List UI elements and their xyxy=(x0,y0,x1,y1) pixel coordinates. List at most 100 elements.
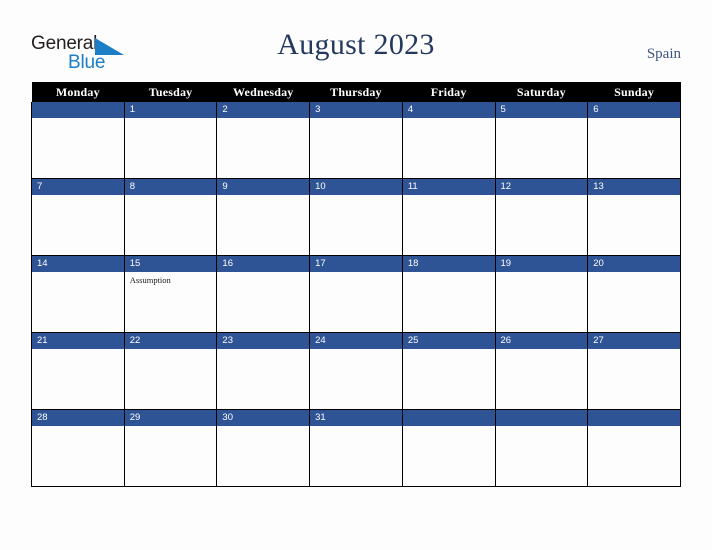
day-cell-body xyxy=(403,195,495,198)
weekday-header-saturday: Saturday xyxy=(495,82,588,102)
calendar-day-cell[interactable]: 15 Assumption xyxy=(123,255,218,333)
day-number: 5 xyxy=(495,102,588,118)
calendar-day-cell[interactable]: 1 xyxy=(123,102,218,179)
calendar-day-cell[interactable]: 2 xyxy=(216,102,311,179)
day-cell-body xyxy=(125,195,217,198)
calendar-day-cell[interactable]: 30 xyxy=(216,409,311,487)
day-cell-body xyxy=(403,118,495,121)
day-cell-body xyxy=(588,118,680,121)
calendar-day-cell[interactable]: 21 xyxy=(31,332,125,410)
day-cell-body xyxy=(310,272,402,275)
calendar-day-cell[interactable]: 27 xyxy=(587,332,681,410)
calendar-day-cell[interactable]: 12 xyxy=(494,178,589,256)
day-cell-body xyxy=(32,349,124,352)
weekday-header-monday: Monday xyxy=(31,82,125,102)
calendar-day-cell[interactable]: 5 xyxy=(494,102,589,179)
day-cell-body xyxy=(217,118,309,121)
calendar-day-cell[interactable]: 25 xyxy=(401,332,496,410)
day-cell-body xyxy=(588,426,680,429)
day-cell-body xyxy=(125,349,217,352)
day-number: 1 xyxy=(124,102,217,118)
day-number xyxy=(495,410,588,426)
day-number: 28 xyxy=(32,410,124,426)
calendar-day-cell[interactable]: 6 xyxy=(587,102,681,179)
day-cell-body xyxy=(310,349,402,352)
day-number: 27 xyxy=(588,333,680,349)
calendar-week-row: 123456 xyxy=(31,102,681,179)
day-cell-body xyxy=(217,195,309,198)
calendar-day-cell[interactable]: 8 xyxy=(123,178,218,256)
day-cell-body xyxy=(588,195,680,198)
calendar-day-cell[interactable]: 16 xyxy=(216,255,311,333)
calendar-day-cell[interactable]: 28 xyxy=(31,409,125,487)
day-cell-body xyxy=(32,195,124,198)
calendar-day-cell[interactable]: 26 xyxy=(494,332,589,410)
day-cell-body: Assumption xyxy=(125,272,217,286)
calendar-day-cell[interactable]: 29 xyxy=(123,409,218,487)
day-cell-body xyxy=(588,272,680,275)
day-number: 29 xyxy=(124,410,217,426)
calendar-day-cell[interactable]: 23 xyxy=(216,332,311,410)
day-cell-body xyxy=(403,349,495,352)
calendar-day-cell[interactable]: 11 xyxy=(401,178,496,256)
day-number: 17 xyxy=(310,256,402,272)
country-label: Spain xyxy=(646,46,681,62)
calendar-day-cell[interactable]: 9 xyxy=(216,178,311,256)
day-number: 16 xyxy=(217,256,310,272)
day-number: 12 xyxy=(495,179,588,195)
day-cell-body xyxy=(403,426,495,429)
day-cell-body xyxy=(32,426,124,429)
calendar-week-row: 7 8 9 10 11 12 13 xyxy=(31,178,681,256)
calendar-day-cell[interactable]: 7 xyxy=(31,178,125,256)
day-number: 13 xyxy=(588,179,680,195)
day-number: 11 xyxy=(402,179,495,195)
calendar-day-cell[interactable]: 10 xyxy=(309,178,403,256)
calendar-day-cell[interactable]: 20 xyxy=(587,255,681,333)
day-cell-body xyxy=(496,118,588,121)
calendar-empty-cell[interactable] xyxy=(494,409,589,487)
weekday-header-sunday: Sunday xyxy=(587,82,681,102)
day-cell-body xyxy=(310,426,402,429)
day-number: 7 xyxy=(32,179,124,195)
page-title: August 2023 xyxy=(277,28,435,61)
weekday-header-thursday: Thursday xyxy=(309,82,403,102)
weekday-header-friday: Friday xyxy=(402,82,496,102)
day-cell-body xyxy=(588,349,680,352)
day-cell-body xyxy=(310,195,402,198)
day-number xyxy=(588,410,680,426)
calendar-day-cell[interactable]: 31 xyxy=(309,409,403,487)
holiday-label: Assumption xyxy=(129,275,171,285)
day-number: 31 xyxy=(310,410,402,426)
calendar-empty-cell[interactable] xyxy=(587,409,681,487)
calendar-day-cell[interactable]: 13 xyxy=(587,178,681,256)
calendar-day-cell[interactable]: 19 xyxy=(494,255,589,333)
calendar-day-cell[interactable]: 17 xyxy=(309,255,403,333)
weekday-header-wednesday: Wednesday xyxy=(216,82,310,102)
calendar-empty-cell[interactable] xyxy=(31,102,125,179)
calendar-day-cell[interactable]: 3 xyxy=(309,102,403,179)
day-number: 3 xyxy=(310,102,402,118)
day-number xyxy=(32,102,124,118)
day-number: 10 xyxy=(310,179,402,195)
day-number: 20 xyxy=(588,256,680,272)
calendar-day-cell[interactable]: 18 xyxy=(401,255,496,333)
day-cell-body xyxy=(496,272,588,275)
calendar-day-cell[interactable]: 22 xyxy=(123,332,218,410)
calendar-weeks: 1 2 3 4 5 6 7 8 9 10 11 12 13 14 15 Assumption 16 17 18 19 2… xyxy=(31,102,681,487)
day-number: 23 xyxy=(217,333,310,349)
calendar-week-row: 28 29 30 31 xyxy=(31,409,681,487)
day-cell-body xyxy=(496,349,588,352)
weekday-header-tuesday: Tuesday xyxy=(124,82,217,102)
day-number: 6 xyxy=(588,102,680,118)
weekday-header-row: Monday Tuesday Wednesday Thursday Friday… xyxy=(31,82,681,102)
day-number: 4 xyxy=(402,102,495,118)
calendar-empty-cell[interactable] xyxy=(401,409,496,487)
day-cell-body xyxy=(403,272,495,275)
calendar-day-cell[interactable]: 4 xyxy=(401,102,496,179)
day-cell-body xyxy=(32,272,124,275)
day-number: 8 xyxy=(124,179,217,195)
calendar-day-cell[interactable]: 24 xyxy=(309,332,403,410)
calendar-day-cell[interactable]: 14 xyxy=(31,255,125,333)
day-number: 14 xyxy=(32,256,124,272)
day-number: 19 xyxy=(495,256,588,272)
